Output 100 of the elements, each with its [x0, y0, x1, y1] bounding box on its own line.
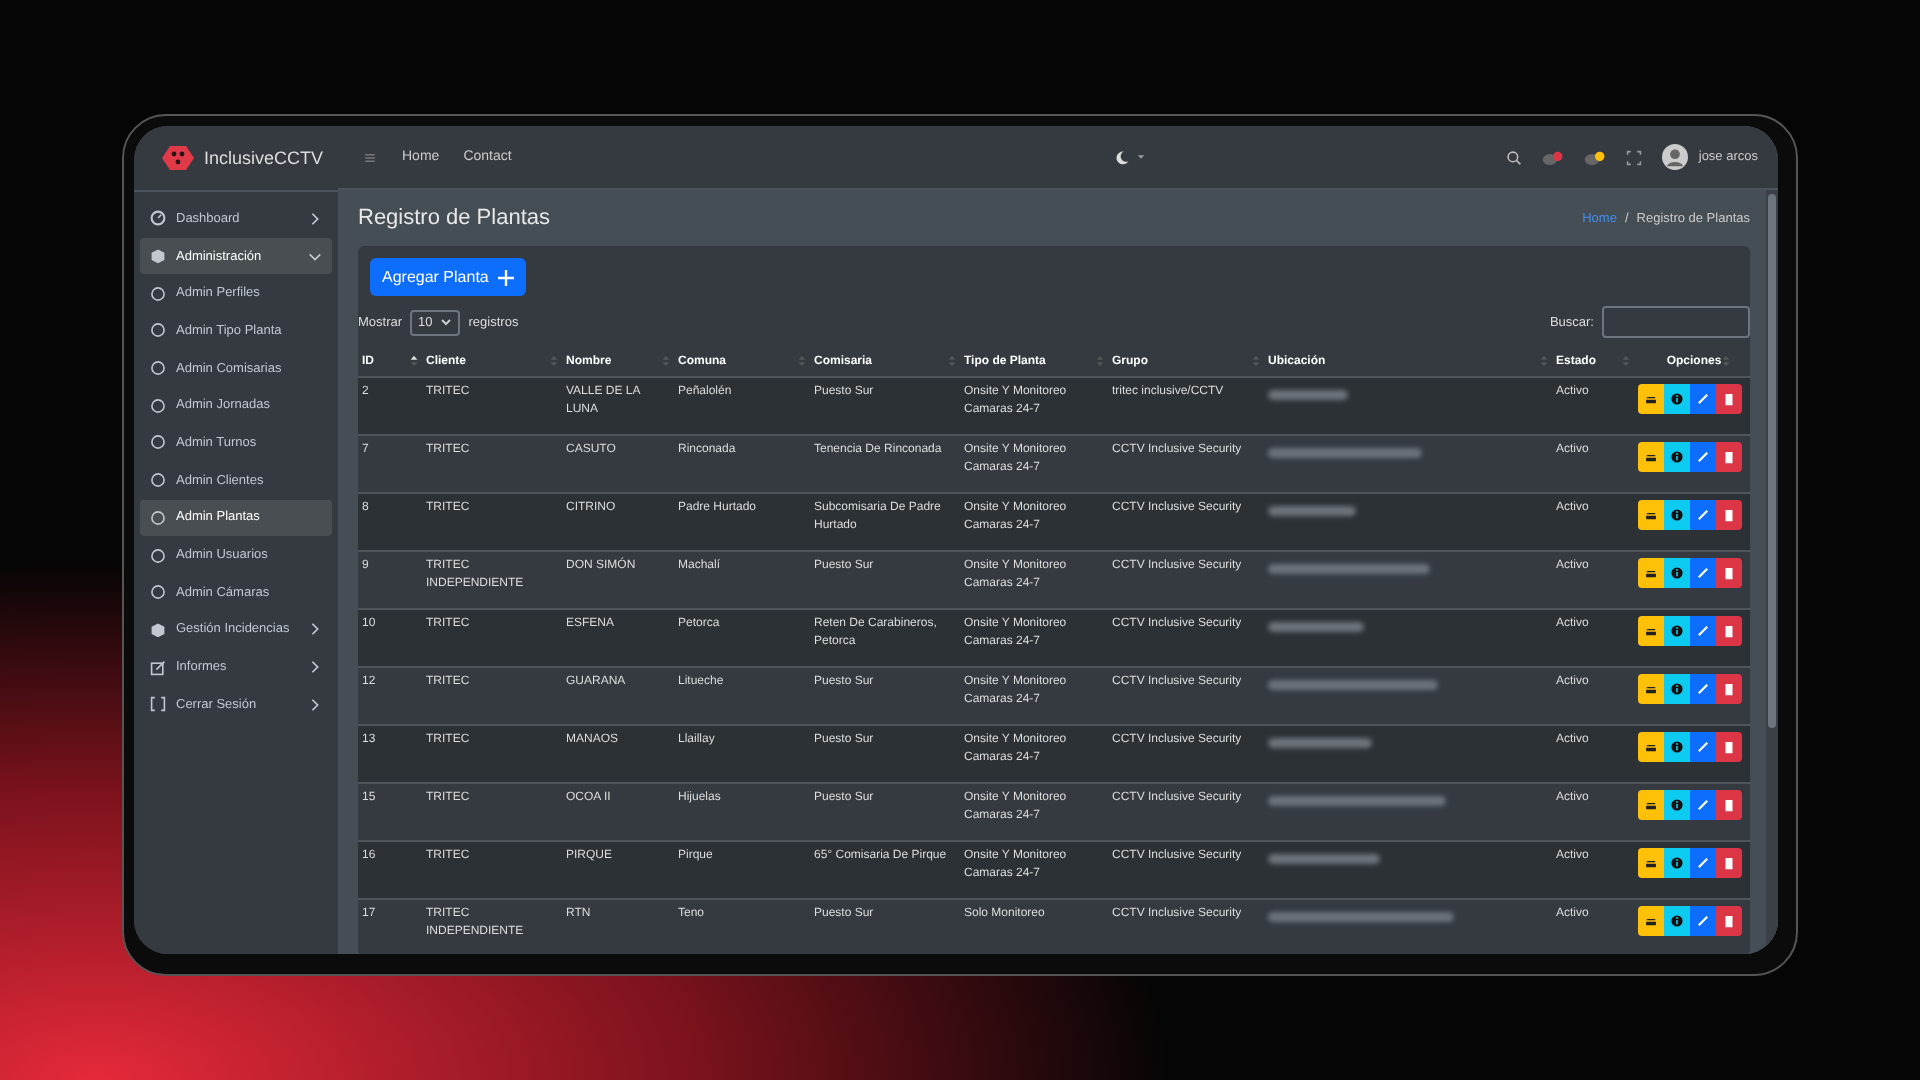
document-button[interactable]: [1638, 790, 1664, 820]
trash-icon: [1722, 624, 1736, 638]
info-button[interactable]: [1664, 790, 1690, 820]
fullscreen-icon[interactable]: [1626, 149, 1643, 165]
avatar-icon[interactable]: [1662, 144, 1689, 170]
circle-icon: [150, 472, 166, 489]
circle-icon: [150, 285, 166, 302]
trash-icon: [1722, 740, 1736, 754]
moon-icon[interactable]: [1113, 149, 1130, 165]
info-button[interactable]: [1664, 732, 1690, 762]
info-icon: [1670, 740, 1684, 754]
delete-button[interactable]: [1716, 732, 1742, 762]
circle-icon: [150, 397, 166, 414]
cube-icon: [150, 621, 166, 638]
edit-button[interactable]: [1690, 442, 1716, 472]
pencil-icon: [1696, 914, 1710, 928]
caret-icon: [1135, 152, 1146, 162]
delete-button[interactable]: [1716, 906, 1742, 936]
sort-icon: [1721, 354, 1730, 368]
document-button[interactable]: [1638, 384, 1664, 414]
edit-button[interactable]: [1690, 616, 1716, 646]
info-button[interactable]: [1664, 558, 1690, 588]
pencil-icon: [1696, 508, 1710, 522]
chat-icon[interactable]: [1542, 149, 1565, 165]
circle-icon: [150, 547, 166, 564]
chevron-icon: [308, 622, 322, 637]
edit-button[interactable]: [1690, 790, 1716, 820]
chevron-icon: [308, 697, 322, 712]
edit-button[interactable]: [1690, 500, 1716, 530]
delete-button[interactable]: [1716, 790, 1742, 820]
info-button[interactable]: [1664, 848, 1690, 878]
search-icon[interactable]: [1506, 149, 1523, 165]
document-button[interactable]: [1638, 500, 1664, 530]
trash-icon: [1722, 450, 1736, 464]
redacted-text: [1268, 622, 1364, 632]
info-icon: [1670, 624, 1684, 638]
document-button[interactable]: [1638, 732, 1664, 762]
tray-icon: [1644, 798, 1658, 812]
trash-icon: [1722, 508, 1736, 522]
circle-icon: [150, 434, 166, 451]
info-button[interactable]: [1664, 906, 1690, 936]
chevron-icon: [308, 249, 322, 264]
message-icon[interactable]: [1584, 149, 1607, 165]
redacted-text: [1268, 738, 1372, 748]
delete-button[interactable]: [1716, 616, 1742, 646]
delete-button[interactable]: [1716, 674, 1742, 704]
tray-icon: [1644, 508, 1658, 522]
edit-button[interactable]: [1690, 732, 1716, 762]
circle-icon: [150, 322, 166, 339]
circle-icon: [150, 360, 166, 377]
document-button[interactable]: [1638, 906, 1664, 936]
info-icon: [1670, 566, 1684, 580]
pencil-icon: [1696, 566, 1710, 580]
tray-icon: [1644, 450, 1658, 464]
delete-button[interactable]: [1716, 442, 1742, 472]
pencil-icon: [1696, 624, 1710, 638]
info-button[interactable]: [1664, 674, 1690, 704]
info-icon: [1670, 508, 1684, 522]
document-button[interactable]: [1638, 616, 1664, 646]
trash-icon: [1722, 914, 1736, 928]
tray-icon: [1644, 740, 1658, 754]
edit-button[interactable]: [1690, 674, 1716, 704]
chevron-icon: [308, 660, 322, 675]
caret-icon: [440, 316, 453, 328]
document-button[interactable]: [1638, 558, 1664, 588]
edit-button[interactable]: [1690, 906, 1716, 936]
menu-icon[interactable]: [362, 149, 378, 165]
search-field[interactable]: [1602, 306, 1750, 338]
pencil-icon: [1696, 450, 1710, 464]
edit-button[interactable]: [1690, 384, 1716, 414]
pencil-icon: [1696, 798, 1710, 812]
cube-icon: [150, 248, 166, 265]
gauge-icon: [150, 210, 166, 227]
delete-button[interactable]: [1716, 558, 1742, 588]
tray-icon: [1644, 682, 1658, 696]
edit-button[interactable]: [1690, 848, 1716, 878]
trash-icon: [1722, 682, 1736, 696]
delete-button[interactable]: [1716, 848, 1742, 878]
edit-button[interactable]: [1690, 558, 1716, 588]
delete-button[interactable]: [1716, 384, 1742, 414]
info-button[interactable]: [1664, 442, 1690, 472]
add-button[interactable]: Agregar Planta: [370, 258, 527, 296]
tray-icon: [1644, 914, 1658, 928]
info-button[interactable]: [1664, 500, 1690, 530]
trash-icon: [1722, 798, 1736, 812]
info-button[interactable]: [1664, 384, 1690, 414]
document-button[interactable]: [1638, 848, 1664, 878]
pencil-icon: [1696, 682, 1710, 696]
redacted-text: [1268, 506, 1356, 516]
info-button[interactable]: [1664, 616, 1690, 646]
document-button[interactable]: [1638, 674, 1664, 704]
brand-name[interactable]: InclusiveCCTV: [204, 148, 324, 168]
delete-button[interactable]: [1716, 500, 1742, 530]
info-icon: [1670, 450, 1684, 464]
trash-icon: [1722, 392, 1736, 406]
logo-icon: [162, 144, 194, 172]
document-button[interactable]: [1638, 442, 1664, 472]
tray-icon: [1644, 624, 1658, 638]
info-icon: [1670, 914, 1684, 928]
chevron-icon: [308, 211, 322, 226]
